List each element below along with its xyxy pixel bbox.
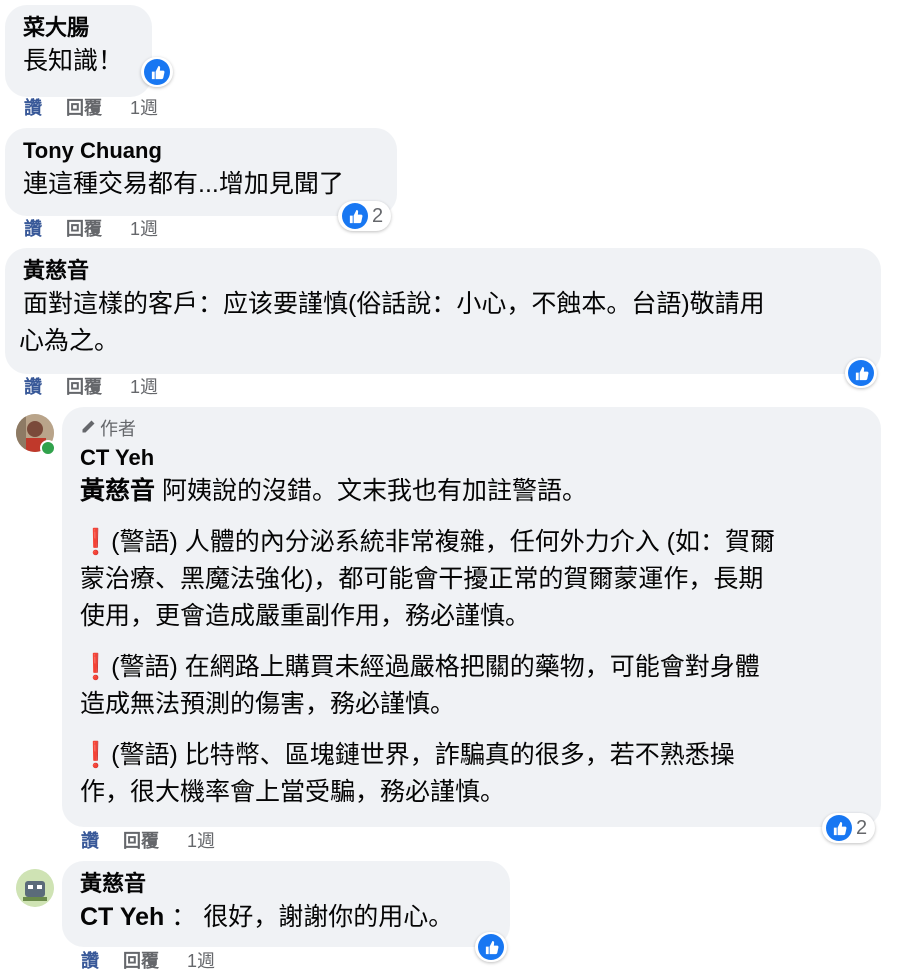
comment-text: 長知識！ [23,47,124,75]
comment-author[interactable]: CT Yeh [80,443,863,473]
like-button[interactable]: 讚 [24,218,42,240]
thumbs-up-icon [342,203,368,229]
thumbs-up-icon [826,815,852,841]
warning-text: 蒙治療、黑魔法強化)，都可能會干擾正常的賀爾蒙運作，長期 [80,565,764,593]
comment-author[interactable]: 菜大腸 [23,13,138,43]
comment-bubble-5: 黃慈音 CT Yeh ： 很好，謝謝你的用心。 [62,861,510,947]
reaction-summary[interactable] [141,57,173,87]
reaction-count: 2 [856,816,868,839]
reaction-summary[interactable]: 2 [338,201,392,231]
comment-bubble-3: 黃慈音 面對這樣的客戶：应该要謹慎(俗話說：小心，不蝕本。台語)敬請用 心為之。 [5,248,881,374]
warning-paragraph-1: ❗(警語) 人體的內分泌系統非常複雜，任何外力介入 (如：賀爾 蒙治療、黑魔法強… [80,524,863,635]
timestamp[interactable]: 1週 [130,97,158,119]
reaction-summary[interactable] [845,358,877,388]
like-button[interactable]: 讚 [81,830,99,852]
comment-bubble-1: 菜大腸 長知識！ [5,5,152,97]
reply-button[interactable]: 回覆 [66,97,102,119]
like-button[interactable]: 讚 [24,376,42,398]
thumbs-up-icon [848,360,874,386]
pencil-icon [80,417,96,441]
warning-paragraph-3: ❗(警語) 比特幣、區塊鏈世界，詐騙真的很多，若不熟悉操 作，很大機率會上當受騙… [80,737,863,811]
comment-text-row: CT Yeh ： 很好，謝謝你的用心。 [80,899,496,936]
reply-button[interactable]: 回覆 [66,376,102,398]
comment-bubble-2: Tony Chuang 連這種交易都有...增加見聞了 [5,128,397,216]
comment-text: 連這種交易都有...增加見聞了 [23,170,344,198]
online-status-dot [40,440,56,456]
warning-text: 造成無法預測的傷害，務必謹慎。 [80,690,456,718]
comment-actions: 讚 回覆 1週 [81,830,215,852]
author-badge: 作者 [80,417,863,441]
comment-actions: 讚 回覆 1週 [24,218,158,240]
warning-text: (警語) 在網路上購買未經過嚴格把關的藥物，可能會對身體 [111,653,760,681]
avatar[interactable] [16,869,54,907]
thumbs-up-icon [144,59,170,85]
comment-text-line: 心為之。 [19,327,120,355]
like-button[interactable]: 讚 [24,97,42,119]
mention-link[interactable]: 黃慈音 [80,477,155,505]
warning-text: 作，很大機率會上當受騙，務必謹慎。 [80,778,506,806]
reaction-count: 2 [372,204,384,227]
exclamation-icon: ❗ [80,741,112,769]
reply-button[interactable]: 回覆 [66,218,102,240]
exclamation-icon: ❗ [80,528,112,556]
reply-button[interactable]: 回覆 [123,950,159,972]
warning-paragraph-2: ❗(警語) 在網路上購買未經過嚴格把關的藥物，可能會對身體 造成無法預測的傷害，… [80,649,863,723]
comment-bubble-author: 作者 CT Yeh 黃慈音 阿姨說的沒錯。文末我也有加註警語。 ❗(警語) 人體… [62,407,881,827]
comment-text: 阿姨說的沒錯。文末我也有加註警語。 [161,477,587,505]
warning-text: (警語) 人體的內分泌系統非常複雜，任何外力介入 (如：賀爾 [111,528,776,556]
reply-button[interactable]: 回覆 [123,830,159,852]
exclamation-icon: ❗ [80,653,112,681]
warning-text: (警語) 比特幣、區塊鏈世界，詐騙真的很多，若不熟悉操 [111,741,735,769]
reaction-summary[interactable]: 2 [822,813,876,843]
comment-author[interactable]: 黃慈音 [23,256,867,286]
timestamp[interactable]: 1週 [187,830,215,852]
like-button[interactable]: 讚 [81,950,99,972]
timestamp[interactable]: 1週 [130,376,158,398]
thumbs-up-icon [478,934,504,960]
timestamp[interactable]: 1週 [187,950,215,972]
comment-author[interactable]: 黃慈音 [80,869,496,899]
comment-actions: 讚 回覆 1週 [24,376,158,398]
author-tag-label: 作者 [100,419,136,439]
mention-link[interactable]: CT Yeh [80,903,164,931]
comment-author[interactable]: Tony Chuang [23,136,383,166]
avatar-image [16,869,54,907]
timestamp[interactable]: 1週 [130,218,158,240]
comment-intro: 黃慈音 阿姨說的沒錯。文末我也有加註警語。 [80,473,863,510]
reaction-summary[interactable] [475,932,507,962]
comment-text: ： 很好，謝謝你的用心。 [171,903,454,931]
warning-text: 使用，更會造成嚴重副作用，務必謹慎。 [80,602,531,630]
comment-actions: 讚 回覆 1週 [81,950,215,972]
comment-text-line: 面對這樣的客戶：应该要謹慎(俗話說：小心，不蝕本。台語)敬請用 [23,290,765,318]
comment-actions: 讚 回覆 1週 [24,97,158,119]
